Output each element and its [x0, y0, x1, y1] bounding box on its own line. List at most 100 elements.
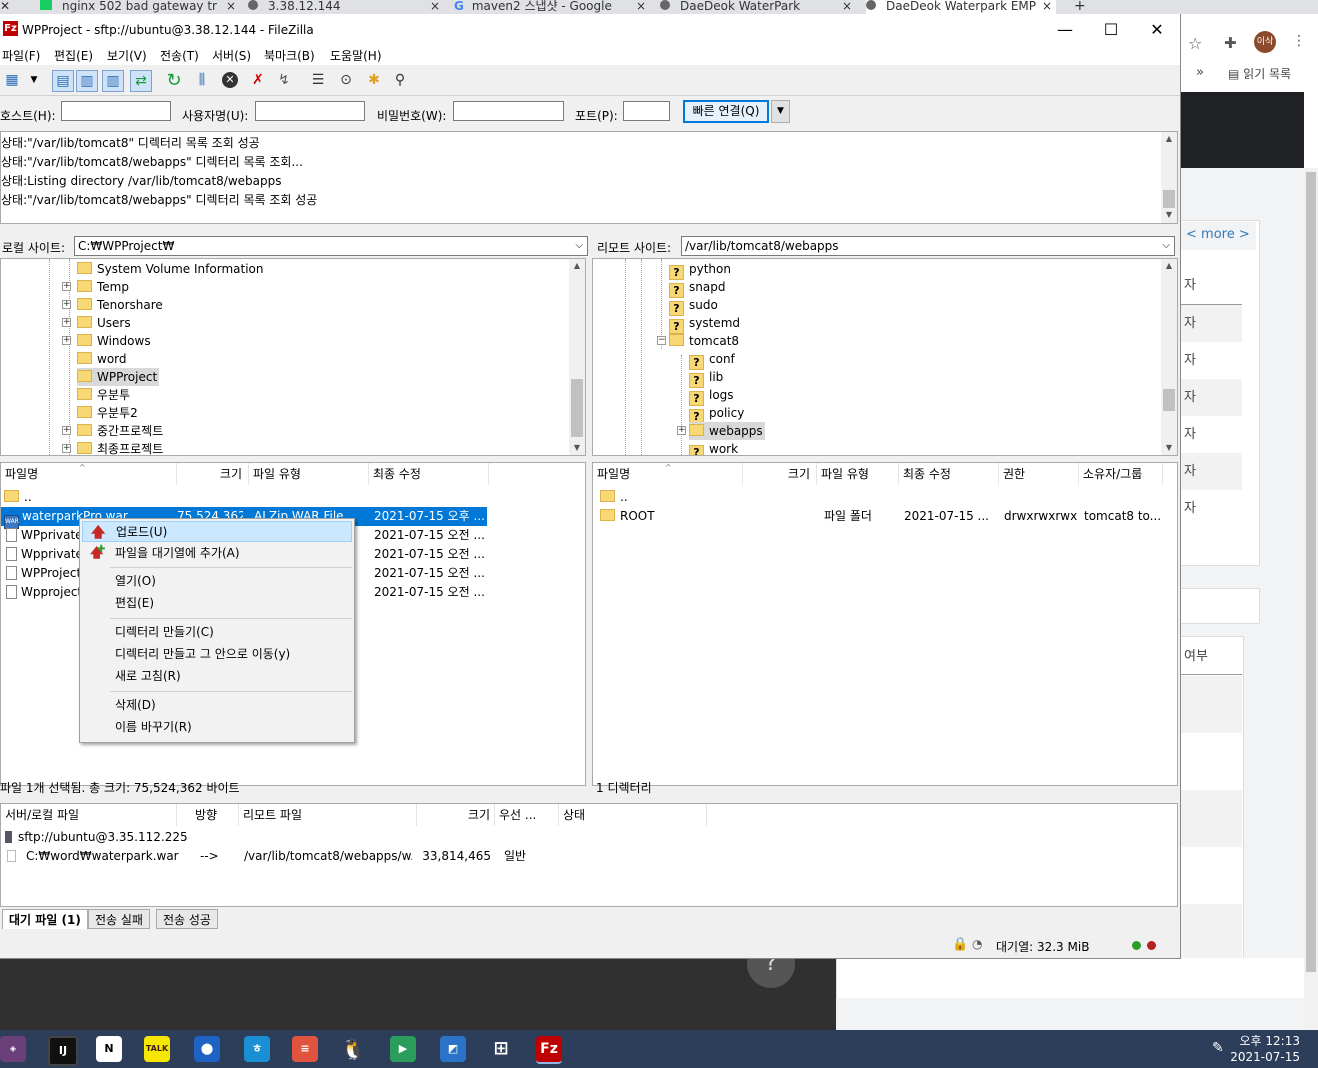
scroll-down-icon[interactable]: ▼ [1161, 441, 1177, 455]
network-tool-icon[interactable]: ⊞ [488, 1036, 514, 1062]
expand-icon[interactable]: + [62, 318, 71, 327]
tab-queued-files[interactable]: 대기 파일 (1) [2, 909, 88, 929]
column-header-remote-file[interactable]: 리모트 파일 [239, 804, 417, 826]
menu-server[interactable]: 서버(S) [212, 47, 251, 64]
password-input[interactable] [453, 101, 564, 121]
chevron-down-icon[interactable]: ⌵ [575, 237, 583, 255]
scroll-thumb[interactable] [1163, 190, 1175, 208]
browser-tab-1[interactable]: nginx 502 bad gateway tr × [40, 0, 240, 14]
maps-pin-icon[interactable]: ⬤ [194, 1036, 220, 1062]
menu-item-open[interactable]: 열기(O) [82, 571, 352, 592]
close-button[interactable]: ✕ [1134, 18, 1180, 42]
star-icon[interactable]: ☆ [1188, 34, 1202, 53]
remote-tree-scrollbar[interactable]: ▲ ▼ [1161, 259, 1177, 455]
tree-item[interactable]: ? lib [689, 368, 723, 388]
reading-list-button[interactable]: ▤ 읽기 목록 [1228, 65, 1291, 82]
file-row[interactable]: .. [593, 488, 1163, 507]
menu-item-rename[interactable]: 이름 바꾸기(R) [82, 717, 352, 738]
disconnect-icon[interactable]: ✗ [248, 70, 268, 90]
column-header-status[interactable]: 상태 [559, 804, 707, 826]
sync-browse-icon[interactable]: ✱ [364, 70, 384, 90]
collapse-icon[interactable]: − [657, 336, 666, 345]
menu-item-delete[interactable]: 삭제(D) [82, 695, 352, 716]
column-header-filename[interactable]: 파일명 ^ [593, 463, 743, 485]
menu-item-refresh[interactable]: 새로 고침(R) [82, 666, 352, 687]
compare-icon[interactable]: ⊙ [336, 70, 356, 90]
hangul-word-icon[interactable]: ㅎ [244, 1036, 270, 1062]
search-icon[interactable]: ⚲ [390, 70, 410, 90]
host-input[interactable] [61, 101, 171, 121]
media-player-icon[interactable]: ▶ [390, 1036, 416, 1062]
menu-item-create-and-enter-directory[interactable]: 디렉터리 만들고 그 안으로 이동(y) [82, 644, 352, 665]
browser-scrollbar-thumb[interactable] [1306, 172, 1316, 972]
log-scrollbar[interactable]: ▲ ▼ [1161, 132, 1177, 223]
browser-tab-close-first[interactable]: ✕ [0, 0, 30, 14]
speed-limit-icon[interactable]: ◔ [972, 937, 982, 951]
close-icon[interactable]: × [430, 0, 440, 12]
tree-item[interactable]: ? python [669, 260, 731, 280]
expand-icon[interactable]: + [62, 444, 71, 453]
tree-item[interactable]: 최종프로젝트 [77, 440, 163, 455]
toggle-log-icon[interactable]: ▤ [52, 70, 74, 92]
notion-icon[interactable]: N [96, 1036, 122, 1062]
tree-item[interactable]: ? systemd [669, 314, 740, 334]
bookmarks-overflow-button[interactable]: » [1196, 65, 1204, 80]
process-queue-icon[interactable]: ⫼ [192, 70, 212, 90]
system-clock[interactable]: 오후 12:13 2021-07-15 [1230, 1033, 1300, 1065]
column-header-direction[interactable]: 방향 [177, 804, 239, 826]
intellij-icon[interactable]: IJ [48, 1036, 78, 1066]
extensions-icon[interactable]: ✚ [1224, 34, 1237, 52]
game-app-icon[interactable]: ◈ [0, 1036, 26, 1062]
avatar[interactable]: 이삭 [1254, 31, 1276, 53]
column-header-type[interactable]: 파일 유형 [249, 463, 369, 485]
expand-icon[interactable]: + [62, 300, 71, 309]
new-tab-button[interactable]: + [1074, 0, 1090, 14]
site-manager-icon[interactable]: ▦ [2, 70, 22, 90]
column-header-filename[interactable]: 파일명 ^ [1, 463, 177, 485]
column-header-owner[interactable]: 소유자/그룹 [1079, 463, 1163, 485]
expand-icon[interactable]: + [62, 336, 71, 345]
tree-item[interactable]: Temp [77, 278, 129, 296]
menu-item-upload[interactable]: 🡅 업로드(U) [82, 521, 352, 542]
scroll-up-icon[interactable]: ▲ [1161, 132, 1177, 146]
local-tree-scrollbar[interactable]: ▲ ▼ [569, 259, 585, 455]
remote-path-combobox[interactable]: /var/lib/tomcat8/webapps ⌵ [681, 236, 1175, 256]
chevron-down-icon[interactable]: ⌵ [1162, 237, 1170, 255]
quickconnect-button[interactable]: 빠른 연결(Q) [683, 100, 769, 123]
menu-transfer[interactable]: 전송(T) [160, 47, 199, 64]
tree-item[interactable]: ? logs [689, 386, 734, 406]
scroll-up-icon[interactable]: ▲ [569, 259, 585, 273]
browser-tab-3[interactable]: Gmaven2 스냅샷 - Google × [454, 0, 650, 14]
refresh-icon[interactable]: ↻ [164, 70, 184, 91]
scroll-down-icon[interactable]: ▼ [569, 441, 585, 455]
queue-item-row[interactable]: C:₩word₩waterpark.war --> /var/lib/tomca… [1, 847, 561, 866]
menu-item-create-directory[interactable]: 디렉터리 만들기(C) [82, 622, 352, 643]
toggle-queue-icon[interactable]: ⇄ [130, 70, 152, 92]
close-icon[interactable]: × [226, 0, 236, 12]
column-header-server-file[interactable]: 서버/로컬 파일 [1, 804, 177, 826]
menu-file[interactable]: 파일(F) [2, 47, 40, 64]
more-link[interactable]: < more > [1186, 227, 1250, 242]
file-row[interactable]: ROOT 파일 폴더 2021-07-15 ... drwxrwxrwx tom… [593, 507, 1163, 526]
tree-item[interactable]: ? policy [689, 404, 744, 424]
filezilla-taskbar-icon[interactable]: Fz [536, 1036, 562, 1064]
directory-filter-icon[interactable]: ☰ [308, 70, 328, 90]
cancel-icon[interactable]: ✕ [220, 70, 240, 90]
column-header-priority[interactable]: 우선 ... [495, 804, 559, 826]
scroll-thumb[interactable] [571, 379, 583, 437]
penguin-icon[interactable]: 🐧 [340, 1036, 366, 1062]
tree-item[interactable]: 우분투2 [77, 404, 138, 422]
tree-item[interactable]: tomcat8 [669, 332, 739, 350]
local-path-combobox[interactable]: C:₩WPProject₩ ⌵ [74, 236, 588, 256]
tree-item[interactable]: ? conf [689, 350, 735, 370]
tree-item[interactable]: 중간프로젝트 [77, 422, 163, 440]
expand-icon[interactable]: + [677, 426, 686, 435]
tree-item[interactable]: ? work [689, 440, 738, 455]
close-icon[interactable]: × [842, 0, 852, 12]
column-header-size[interactable]: 크기 [743, 463, 817, 485]
kakaotalk-icon[interactable]: TALK [144, 1036, 170, 1062]
tree-item[interactable]: Windows [77, 332, 151, 350]
queue-server-row[interactable]: sftp://ubuntu@3.35.112.225 [5, 828, 188, 847]
scroll-up-icon[interactable]: ▲ [1161, 259, 1177, 273]
browser-tab-4[interactable]: DaeDeok WaterPark × [660, 0, 856, 14]
